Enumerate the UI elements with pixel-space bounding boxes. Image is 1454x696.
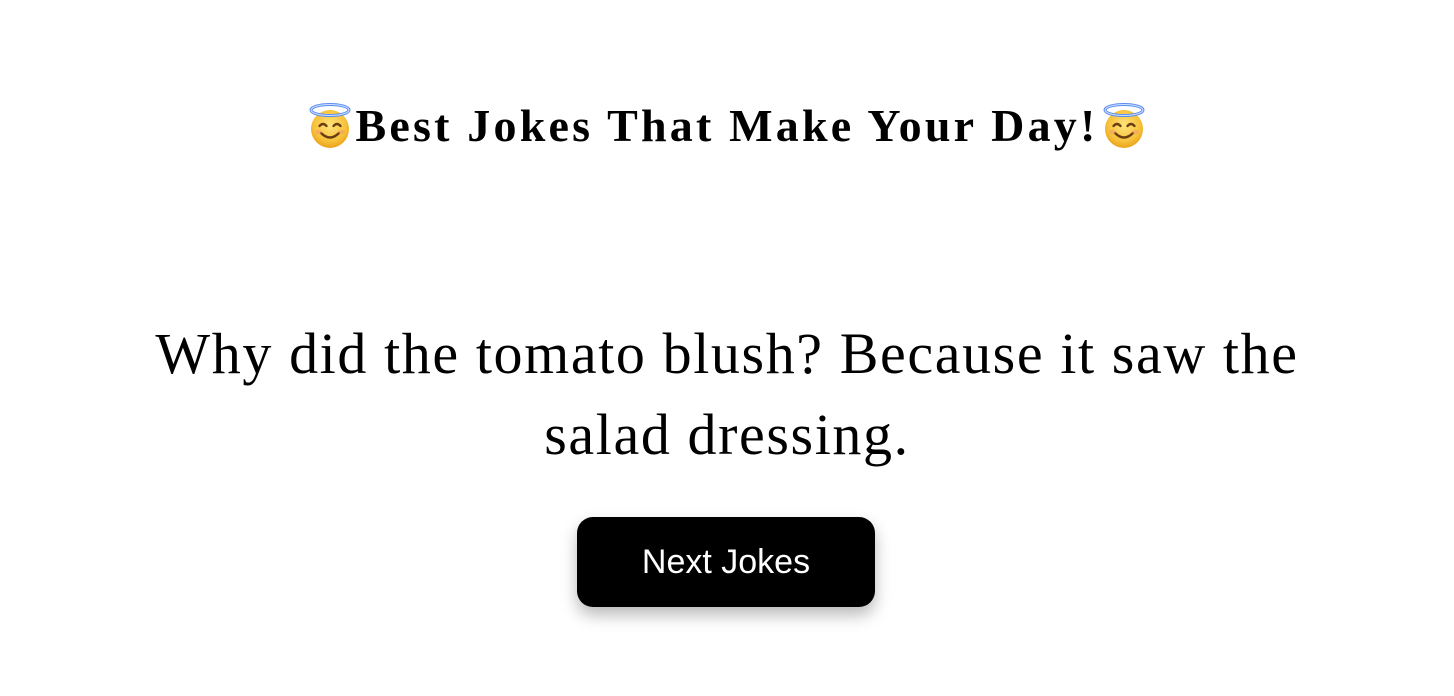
smiling-face-with-halo-icon [306, 102, 354, 150]
page-title: Best Jokes That Make Your Day! [355, 100, 1099, 151]
next-jokes-button[interactable]: Next Jokes [577, 517, 875, 607]
page-heading: Best Jokes That Make Your Day! [0, 96, 1454, 156]
page: Best Jokes That Make Your Day! Why did t… [0, 0, 1454, 696]
smiling-face-with-halo-icon [1100, 102, 1148, 150]
joke-text: Why did the tomato blush? Because it saw… [155, 321, 1299, 467]
